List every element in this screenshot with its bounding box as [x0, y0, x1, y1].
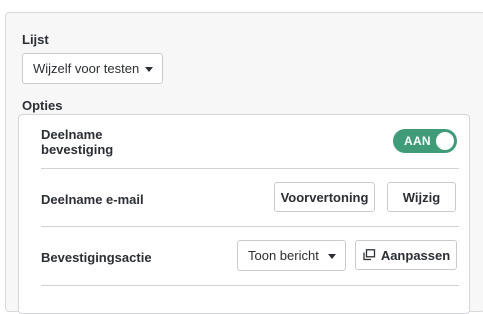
options-card: Deelname bevestiging AAN Deelname e-mail… [18, 114, 470, 314]
customize-button[interactable]: Aanpassen [355, 240, 457, 270]
divider [41, 168, 459, 169]
confirmation-action-select[interactable]: Toon bericht [237, 240, 346, 271]
toggle-state-label: AAN [404, 134, 431, 148]
preview-button[interactable]: Voorvertoning [274, 182, 375, 212]
confirmation-action-value: Toon bericht [248, 248, 319, 263]
preview-button-label: Voorvertoning [280, 189, 369, 205]
list-select[interactable]: Wijzelf voor testen [22, 53, 163, 84]
participation-confirmation-label: Deelname bevestiging [41, 127, 114, 157]
options-section-label: Opties [22, 98, 63, 113]
divider [41, 226, 459, 227]
toggle-knob [436, 132, 454, 150]
customize-button-label: Aanpassen [380, 247, 451, 263]
chevron-down-icon [328, 253, 336, 259]
list-select-value: Wijzelf voor testen [33, 61, 140, 76]
list-section-label: Lijst [22, 32, 49, 47]
open-external-icon [363, 249, 375, 261]
participation-email-label: Deelname e-mail [41, 192, 144, 207]
divider [41, 285, 459, 286]
confirmation-action-label: Bevestigingsactie [41, 250, 152, 265]
participation-confirmation-toggle[interactable]: AAN [393, 129, 457, 153]
edit-button[interactable]: Wijzig [387, 182, 456, 212]
chevron-down-icon [145, 66, 153, 72]
edit-button-label: Wijzig [402, 189, 441, 205]
